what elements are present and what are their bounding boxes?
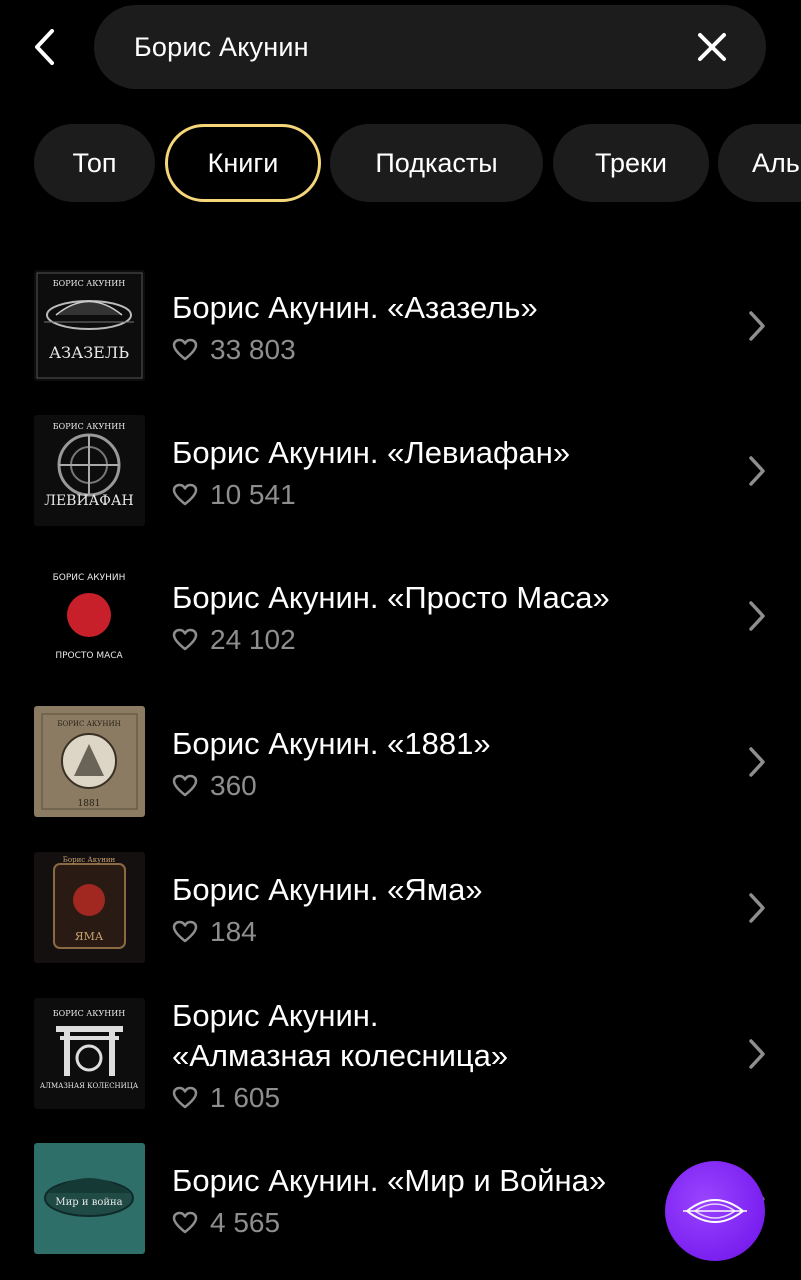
heart-icon bbox=[172, 1211, 198, 1234]
likes-count: 33 803 bbox=[172, 334, 296, 366]
likes-value: 1 605 bbox=[210, 1082, 281, 1113]
book-cover: БОРИС АКУНИН 1881 bbox=[34, 706, 145, 817]
list-item[interactable]: БОРИС АКУНИН АЗАЗЕЛЬ Борис Акунин. «Азаз… bbox=[0, 270, 801, 382]
heart-icon bbox=[172, 920, 198, 943]
chevron-right-icon bbox=[749, 893, 765, 923]
chevron-right-icon bbox=[749, 747, 765, 777]
likes-count: 360 bbox=[172, 770, 257, 802]
heart-icon bbox=[172, 628, 198, 651]
book-cover: Борис Акунин ЯМА bbox=[34, 852, 145, 963]
svg-text:ЛЕВИАФАН: ЛЕВИАФАН bbox=[44, 493, 133, 509]
svg-text:БОРИС АКУНИН: БОРИС АКУНИН bbox=[53, 1009, 125, 1018]
svg-text:БОРИС АКУНИН: БОРИС АКУНИН bbox=[57, 720, 120, 728]
tab-albums[interactable]: Аль bbox=[718, 124, 801, 202]
book-title: Борис Акунин. «1881» bbox=[172, 726, 491, 761]
tab-podcasts[interactable]: Подкасты bbox=[330, 124, 543, 202]
assistant-button[interactable] bbox=[665, 1161, 765, 1261]
chevron-right-icon bbox=[749, 1039, 765, 1069]
likes-count: 1 605 bbox=[172, 1082, 280, 1114]
book-title: Борис Акунин. «Яма» bbox=[172, 872, 483, 907]
book-title: Борис Акунин. «Мир и Война» bbox=[172, 1163, 607, 1198]
heart-icon bbox=[172, 1086, 198, 1109]
svg-text:БОРИС АКУНИН: БОРИС АКУНИН bbox=[53, 573, 126, 583]
tab-label: Книги bbox=[207, 147, 279, 178]
svg-text:Мир и война: Мир и война bbox=[55, 1197, 122, 1208]
search-value[interactable]: Борис Акунин bbox=[134, 32, 309, 63]
tab-top[interactable]: Топ bbox=[34, 124, 155, 202]
svg-text:ПРОСТО МАСА: ПРОСТО МАСА bbox=[55, 651, 123, 661]
likes-count: 184 bbox=[172, 916, 257, 948]
book-cover: БОРИС АКУНИН АЛМАЗНАЯ КОЛЕСНИЦА bbox=[34, 998, 145, 1109]
list-item[interactable]: БОРИС АКУНИН ЛЕВИАФАН Борис Акунин. «Лев… bbox=[0, 415, 801, 527]
likes-count: 24 102 bbox=[172, 624, 296, 656]
chevron-right-icon bbox=[749, 601, 765, 631]
clear-search-button[interactable] bbox=[696, 31, 728, 63]
list-item[interactable]: БОРИС АКУНИН ПРОСТО МАСА Борис Акунин. «… bbox=[0, 560, 801, 672]
tab-label: Аль bbox=[752, 147, 800, 178]
book-title: Борис Акунин. «Азазель» bbox=[172, 290, 538, 325]
svg-text:АЗАЗЕЛЬ: АЗАЗЕЛЬ bbox=[49, 343, 129, 362]
heart-icon bbox=[172, 774, 198, 797]
likes-value: 24 102 bbox=[210, 624, 296, 655]
filter-tabs: Топ Книги Подкасты Треки Аль bbox=[0, 124, 801, 204]
svg-text:БОРИС АКУНИН: БОРИС АКУНИН bbox=[53, 279, 125, 288]
book-cover: Мир и война bbox=[34, 1143, 145, 1254]
likes-count: 10 541 bbox=[172, 479, 296, 511]
book-title-line-2: «Алмазная колесница» bbox=[172, 1038, 509, 1073]
book-title: Борис Акунин. «Левиафан» bbox=[172, 435, 571, 470]
likes-value: 4 565 bbox=[210, 1207, 281, 1238]
heart-icon bbox=[172, 338, 198, 361]
book-cover: БОРИС АКУНИН АЗАЗЕЛЬ bbox=[34, 270, 145, 381]
likes-value: 184 bbox=[210, 916, 257, 947]
likes-value: 33 803 bbox=[210, 334, 296, 365]
top-bar: Борис Акунин bbox=[0, 0, 801, 95]
svg-text:1881: 1881 bbox=[78, 799, 101, 809]
list-item[interactable]: БОРИС АКУНИН 1881 Борис Акунин. «1881» 3… bbox=[0, 706, 801, 818]
svg-text:АЛМАЗНАЯ КОЛЕСНИЦА: АЛМАЗНАЯ КОЛЕСНИЦА bbox=[40, 1082, 139, 1090]
book-title: Борис Акунин. «Просто Маса» bbox=[172, 580, 610, 615]
tab-label: Подкасты bbox=[375, 147, 498, 178]
book-cover: БОРИС АКУНИН ПРОСТО МАСА bbox=[34, 560, 145, 671]
svg-text:БОРИС АКУНИН: БОРИС АКУНИН bbox=[53, 422, 125, 431]
book-cover: БОРИС АКУНИН ЛЕВИАФАН bbox=[34, 415, 145, 526]
svg-text:Борис Акунин: Борис Акунин bbox=[63, 856, 116, 864]
likes-count: 4 565 bbox=[172, 1207, 280, 1239]
list-item[interactable]: БОРИС АКУНИН АЛМАЗНАЯ КОЛЕСНИЦА Борис Ак… bbox=[0, 998, 801, 1113]
close-icon bbox=[698, 33, 726, 61]
book-title: Борис Акунин. bbox=[172, 998, 379, 1033]
chevron-right-icon bbox=[749, 456, 765, 486]
assistant-wave-icon bbox=[683, 1199, 747, 1223]
list-item[interactable]: Борис Акунин ЯМА Борис Акунин. «Яма» 184 bbox=[0, 852, 801, 964]
chevron-right-icon bbox=[749, 311, 765, 341]
likes-value: 10 541 bbox=[210, 479, 296, 510]
tab-books[interactable]: Книги bbox=[165, 124, 321, 202]
likes-value: 360 bbox=[210, 770, 257, 801]
chevron-left-icon bbox=[35, 29, 54, 65]
tab-label: Топ bbox=[72, 147, 117, 178]
back-button[interactable] bbox=[22, 22, 66, 72]
heart-icon bbox=[172, 483, 198, 506]
tab-tracks[interactable]: Треки bbox=[553, 124, 709, 202]
tab-label: Треки bbox=[595, 147, 667, 178]
search-input[interactable]: Борис Акунин bbox=[94, 5, 766, 89]
svg-text:ЯМА: ЯМА bbox=[75, 930, 104, 943]
